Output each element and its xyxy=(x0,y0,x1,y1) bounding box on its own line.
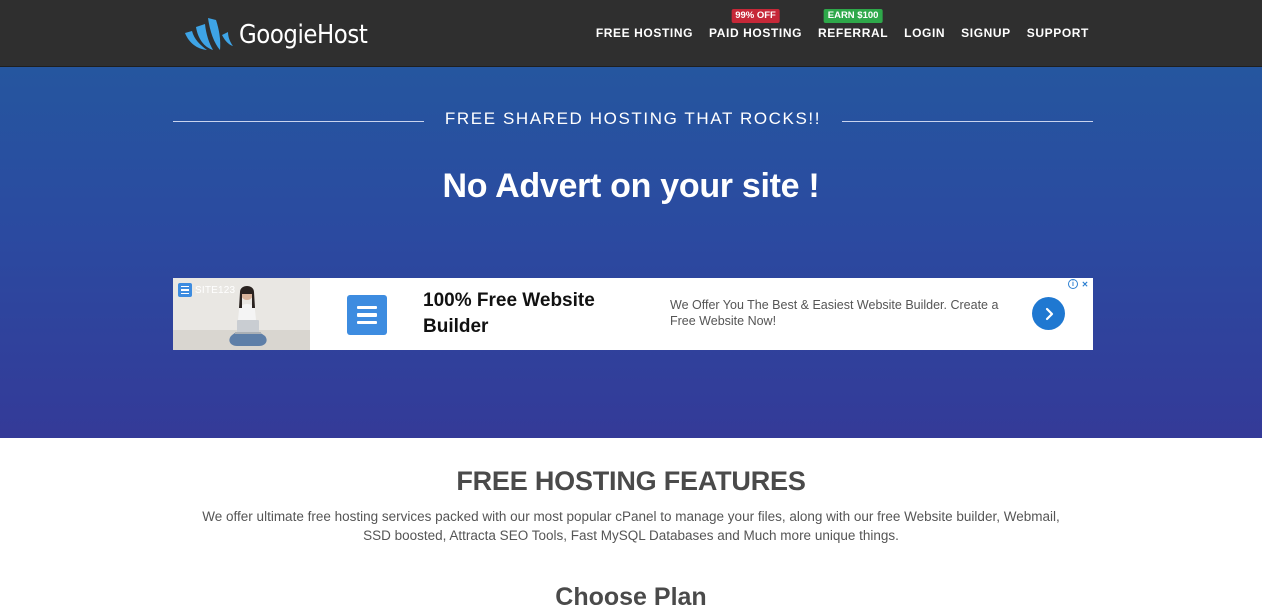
ad-banner[interactable]: SITE123 100% Free Website Builder We Off… xyxy=(173,278,1093,350)
main-nav: FREE HOSTING 99% OFF PAID HOSTING EARN $… xyxy=(596,9,1089,40)
brand-name: GoogieHost xyxy=(239,20,368,50)
features-description: We offer ultimate free hosting services … xyxy=(202,509,1060,543)
ad-cta-button[interactable] xyxy=(1032,297,1065,330)
hero-tagline: FREE SHARED HOSTING THAT ROCKS!! xyxy=(444,109,822,128)
top-navbar: GoogieHost FREE HOSTING 99% OFF PAID HOS… xyxy=(0,0,1262,67)
site123-icon xyxy=(178,283,192,297)
ad-description: We Offer You The Best & Easiest Website … xyxy=(670,298,999,328)
nav-label: LOGIN xyxy=(904,26,946,40)
divider-right xyxy=(842,121,1093,122)
ad-close-icon[interactable]: ✕ xyxy=(1080,279,1090,289)
ad-info-icon[interactable]: i xyxy=(1068,279,1078,289)
nav-free-hosting[interactable]: FREE HOSTING xyxy=(596,26,693,40)
nav-label: PAID HOSTING xyxy=(709,26,803,40)
nav-paid-hosting[interactable]: 99% OFF PAID HOSTING xyxy=(709,9,803,40)
hero-headline: No Advert on your site ! xyxy=(442,167,820,205)
nav-referral[interactable]: EARN $100 REFERRAL xyxy=(818,9,889,40)
features-title: FREE HOSTING FEATURES xyxy=(456,466,806,496)
googiehost-logo-icon xyxy=(185,18,233,50)
ad-choices: i ✕ xyxy=(1068,279,1090,289)
ad-brand-name: SITE123 xyxy=(195,284,236,296)
nav-support[interactable]: SUPPORT xyxy=(1027,26,1089,40)
nav-label: SIGNUP xyxy=(961,26,1011,40)
hero-section: FREE SHARED HOSTING THAT ROCKS!! No Adve… xyxy=(0,67,1262,438)
choose-plan-title: Choose Plan xyxy=(555,583,707,605)
discount-badge: 99% OFF xyxy=(731,9,780,23)
site-logo[interactable]: GoogieHost xyxy=(183,14,385,56)
nav-label: REFERRAL xyxy=(818,26,889,40)
earn-badge: EARN $100 xyxy=(823,9,883,23)
ad-title: 100% Free Website Builder xyxy=(423,290,595,337)
divider-left xyxy=(173,121,424,122)
ad-brand-badge: SITE123 xyxy=(178,283,235,297)
nav-label: SUPPORT xyxy=(1026,26,1089,40)
chevron-right-icon xyxy=(1045,307,1053,320)
nav-label: FREE HOSTING xyxy=(595,26,694,40)
nav-signup[interactable]: SIGNUP xyxy=(961,26,1011,40)
ad-photo: SITE123 xyxy=(173,278,310,350)
nav-login[interactable]: LOGIN xyxy=(904,26,945,40)
site123-logo-icon xyxy=(347,295,387,335)
